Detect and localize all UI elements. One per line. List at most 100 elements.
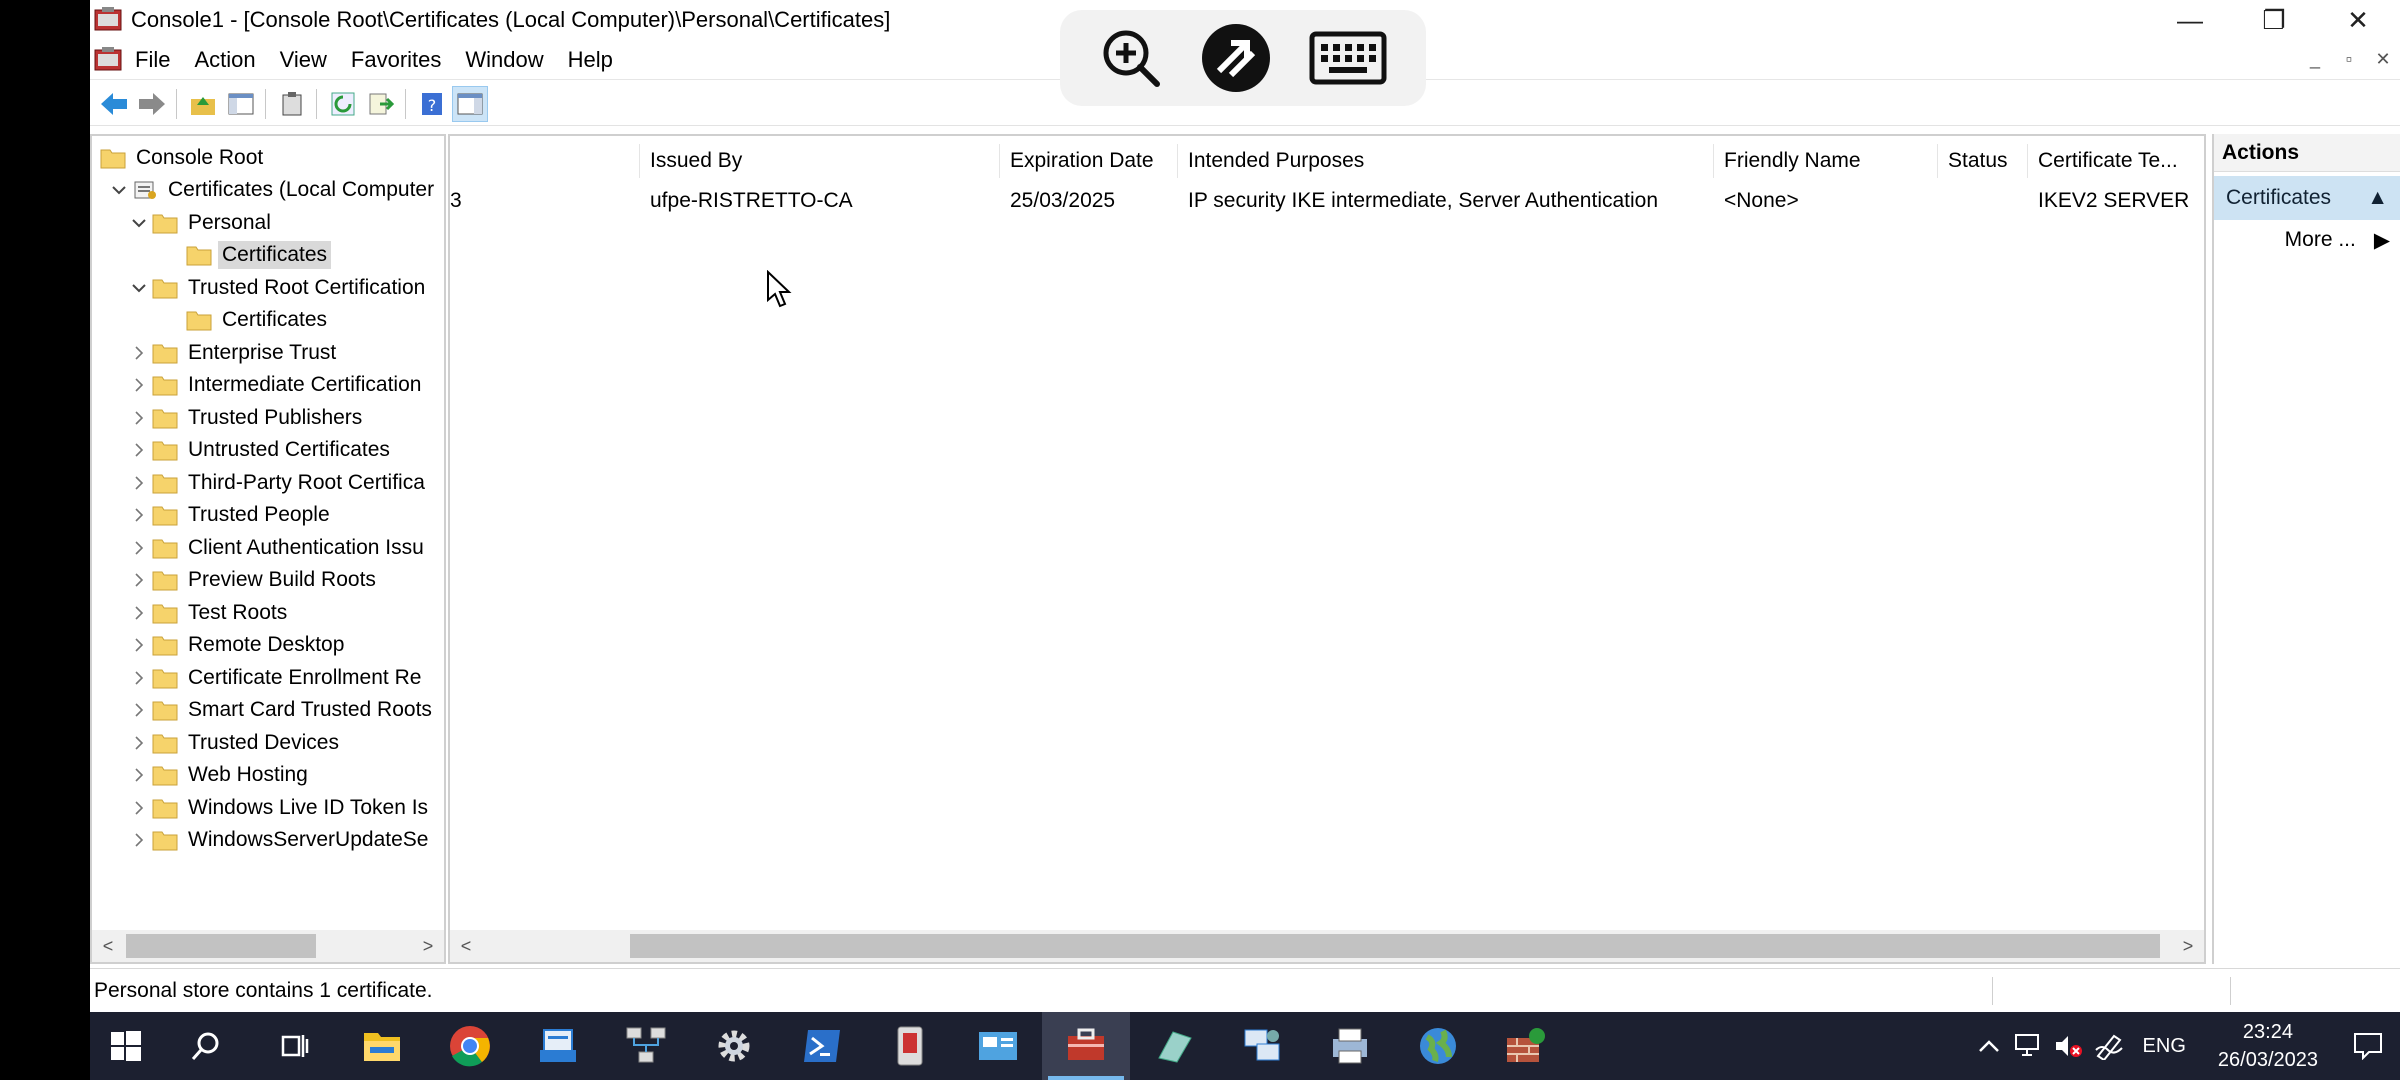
child-restore-button[interactable]: ▫ [2336,46,2362,72]
chevron-right-icon[interactable] [126,541,152,555]
tree-item[interactable]: Client Authentication Issu [126,532,424,564]
tree-item[interactable]: Certificates [160,239,332,271]
column-header-intended-purposes[interactable]: Intended Purposes [1178,144,1714,178]
scroll-thumb[interactable] [126,934,316,958]
zoom-in-icon[interactable] [1099,26,1163,90]
chevron-down-icon[interactable] [126,218,152,228]
up-level-button[interactable] [185,86,221,122]
chevron-right-icon[interactable] [126,736,152,750]
notifications-icon[interactable] [2336,1032,2400,1060]
taskbar-search-button[interactable] [162,1012,250,1080]
remote-desktop-icon[interactable] [1201,23,1271,93]
show-hidden-icons-chevron-up-icon[interactable] [1969,1039,2009,1053]
pen-workspace-icon[interactable] [2089,1032,2129,1060]
taskbar-app-firewall[interactable] [1482,1012,1570,1080]
taskbar-chrome[interactable] [426,1012,514,1080]
child-minimize-button[interactable]: _ [2302,46,2328,72]
scroll-right-icon[interactable]: > [412,930,444,962]
column-header-issued-by[interactable]: Issued By [640,144,1000,178]
list-horizontal-scrollbar[interactable]: < > [450,930,2204,962]
taskbar-file-explorer[interactable] [338,1012,426,1080]
menu-action[interactable]: Action [182,47,267,73]
tree-item[interactable]: Remote Desktop [126,629,344,661]
taskbar-powershell[interactable] [778,1012,866,1080]
tree-item[interactable]: Trusted People [126,499,330,531]
taskbar-app-eraser[interactable] [1130,1012,1218,1080]
minimize-button[interactable]: — [2148,0,2232,40]
tree-item[interactable]: Trusted Devices [126,727,339,759]
tree-item[interactable]: Certificates (Local Computer [106,174,434,206]
actions-more[interactable]: More ... ▶ [2214,220,2400,260]
chevron-right-icon[interactable] [126,508,152,522]
chevron-right-icon[interactable] [126,833,152,847]
chevron-right-icon[interactable] [126,476,152,490]
tree-item[interactable]: Certificate Enrollment Re [126,662,421,694]
tree-item[interactable]: Trusted Root Certification [126,272,425,304]
taskbar-app-globe[interactable] [1394,1012,1482,1080]
restore-button[interactable]: ❐ [2232,0,2316,40]
clock[interactable]: 23:24 26/03/2023 [2200,1018,2336,1074]
tree-item[interactable]: Windows Live ID Token Is [126,792,428,824]
menu-file[interactable]: File [123,47,182,73]
close-button[interactable]: ✕ [2316,0,2400,40]
chevron-right-icon[interactable] [126,703,152,717]
tree-item[interactable]: Third-Party Root Certifica [126,467,425,499]
task-view-button[interactable] [250,1012,338,1080]
menu-view[interactable]: View [268,47,339,73]
help-button[interactable]: ? [414,86,450,122]
chevron-down-icon[interactable] [106,185,132,195]
scroll-right-icon[interactable]: > [2172,930,2204,962]
tree-item[interactable]: Web Hosting [126,759,308,791]
chevron-right-icon[interactable] [126,346,152,360]
actions-section-certificates[interactable]: Certificates ▲ [2214,176,2400,220]
taskbar-app-network-config[interactable] [1218,1012,1306,1080]
tree-horizontal-scrollbar[interactable]: < > [92,930,444,962]
volume-muted-icon[interactable] [2049,1033,2089,1059]
input-language[interactable]: ENG [2129,1035,2200,1058]
network-tray-icon[interactable] [2009,1033,2049,1059]
show-hide-tree-button[interactable] [223,86,259,122]
menu-window[interactable]: Window [453,47,555,73]
keyboard-icon[interactable] [1309,31,1387,85]
menu-favorites[interactable]: Favorites [339,47,453,73]
tree-item[interactable]: Smart Card Trusted Roots [126,694,432,726]
show-action-pane-button[interactable] [452,85,488,122]
mmc-system-menu-icon[interactable] [93,46,123,74]
taskbar-server-manager[interactable] [514,1012,602,1080]
column-header-status[interactable]: Status [1938,144,2028,178]
chevron-right-icon[interactable] [126,378,152,392]
scroll-thumb[interactable] [630,934,2160,958]
taskbar-network-tool[interactable] [602,1012,690,1080]
tree-item[interactable]: Personal [126,207,271,239]
chevron-right-icon[interactable] [126,671,152,685]
clipboard-button[interactable] [274,86,310,122]
export-list-button[interactable] [363,86,399,122]
taskbar-settings-tool[interactable] [690,1012,778,1080]
scroll-left-icon[interactable]: < [92,930,124,962]
taskbar-app-printer[interactable] [1306,1012,1394,1080]
menu-help[interactable]: Help [556,47,625,73]
chevron-right-icon[interactable] [126,768,152,782]
column-header-certificate-template[interactable]: Certificate Te... [2028,144,2204,178]
tree-item-console-root[interactable]: Console Root [100,142,263,174]
tree-item[interactable]: Enterprise Trust [126,337,336,369]
column-header-friendly-name[interactable]: Friendly Name [1714,144,1938,178]
tree-item[interactable]: Certificates [160,304,327,336]
taskbar-mmc-console[interactable] [1042,1012,1130,1080]
chevron-right-icon[interactable] [126,606,152,620]
tree-item[interactable]: WindowsServerUpdateSe [126,824,428,856]
taskbar-app-card[interactable] [954,1012,1042,1080]
tree-item[interactable]: Intermediate Certification [126,369,421,401]
chevron-right-icon[interactable] [126,411,152,425]
chevron-right-icon[interactable] [126,573,152,587]
tree-item[interactable]: Preview Build Roots [126,564,376,596]
chevron-right-icon[interactable] [126,801,152,815]
child-close-button[interactable]: ✕ [2370,46,2396,72]
chevron-down-icon[interactable] [126,283,152,293]
tree-item[interactable]: Trusted Publishers [126,402,362,434]
refresh-button[interactable] [325,86,361,122]
taskbar-app-red-device[interactable] [866,1012,954,1080]
start-button[interactable] [90,1012,162,1080]
forward-button[interactable] [134,86,170,122]
collapse-up-icon[interactable]: ▲ [2367,186,2388,210]
